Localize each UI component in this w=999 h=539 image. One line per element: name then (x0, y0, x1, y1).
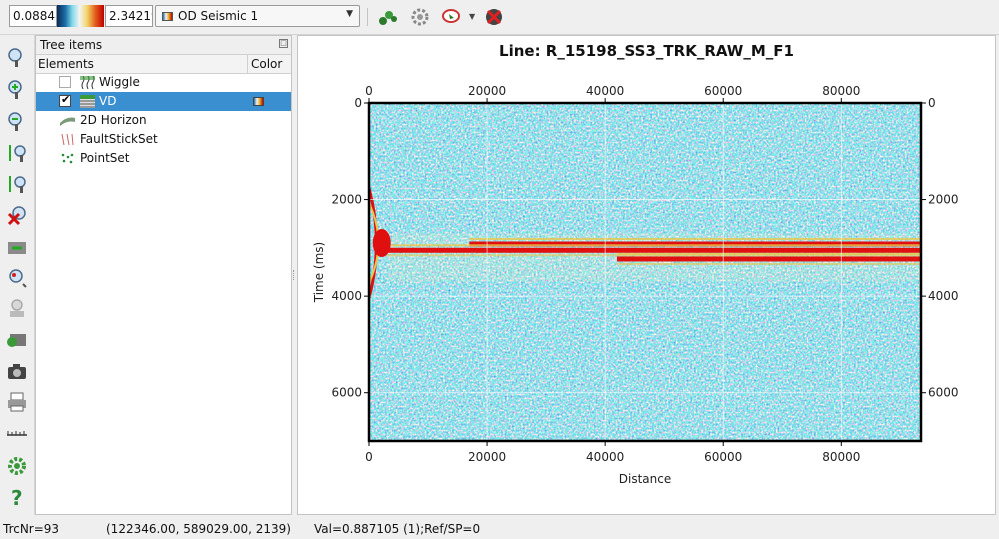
print-icon[interactable] (6, 391, 28, 413)
x-tick-label-top: 40000 (586, 84, 624, 98)
y-tick-label: 2000 (331, 193, 362, 207)
x-tick-label-top: 80000 (822, 84, 860, 98)
reflector-line (386, 247, 921, 253)
tree-panel: Tree items □ Elements Color Wiggle VD 2D… (35, 35, 292, 515)
left-toolbar: ? (0, 35, 35, 515)
delete-icon[interactable] (6, 205, 28, 227)
y-tick-label: 4000 (331, 289, 362, 303)
wiggle-checkbox[interactable] (59, 76, 71, 88)
color-settings-icon[interactable] (377, 6, 399, 28)
tree-panel-header: Tree items □ (36, 36, 291, 54)
reflector-halo (386, 244, 921, 247)
x-tick-label-top: 60000 (704, 84, 742, 98)
reflector-halo (469, 237, 921, 240)
tree-item-label: Wiggle (99, 75, 140, 89)
clip-min-input[interactable]: 0.08848 (9, 5, 57, 27)
chevron-down-icon: ▼ (346, 9, 353, 19)
tree-item-label: VD (99, 94, 117, 108)
reflector-line (616, 256, 921, 262)
pointset-icon (61, 153, 74, 164)
pick-mode-disabled-icon[interactable] (6, 298, 28, 320)
camera-icon[interactable] (6, 360, 28, 382)
clip-max-input[interactable]: 2.34219 (105, 5, 153, 27)
colorbar-button[interactable] (57, 5, 104, 27)
tree-item-label: PointSet (80, 151, 130, 165)
y-tick-label-right: 0 (928, 96, 936, 110)
seismic-select-value: OD Seismic 1 (178, 9, 259, 23)
tree-item-wiggle[interactable]: Wiggle (36, 73, 291, 92)
top-toolbar: 0.08848 2.34219 OD Seismic 1 ▼ ▼ (0, 0, 999, 35)
x-tick-label: 40000 (586, 450, 624, 464)
seismic-viewer: Line: R_15198_SS3_TRK_RAW_M_F1 0 0 20000 20… (297, 35, 996, 515)
undock-icon[interactable]: □ (279, 39, 288, 48)
y-tick-label: 6000 (331, 386, 362, 400)
tree-item-label: FaultStickSet (80, 132, 158, 146)
variable-density-icon (80, 95, 95, 108)
seismic-plot[interactable]: 0020000200004000040000600006000080000800… (298, 36, 995, 514)
toolbar-divider (367, 8, 368, 26)
x-tick-label-top: 20000 (468, 84, 506, 98)
pick-icon[interactable] (440, 6, 462, 28)
zoom-in-icon[interactable] (6, 79, 28, 101)
tree-item-vd[interactable]: VD (36, 92, 291, 111)
vd-color-swatch[interactable] (253, 97, 264, 106)
x-axis-label: Distance (619, 472, 671, 486)
vertical-zoom-out-icon[interactable] (6, 173, 28, 195)
x-tick-label: 20000 (468, 450, 506, 464)
tree-panel-title: Tree items (40, 38, 103, 52)
x-tick-label: 80000 (822, 450, 860, 464)
pick-mode-icon[interactable] (6, 267, 28, 289)
seismic-select[interactable]: OD Seismic 1 ▼ (155, 5, 360, 27)
y-axis-label: Time (ms) (312, 242, 326, 304)
settings-icon[interactable] (6, 455, 28, 477)
y-tick-label-right: 2000 (928, 193, 959, 207)
y-tick-label-right: 4000 (928, 289, 959, 303)
tree-item-pointset[interactable]: PointSet (36, 149, 291, 168)
x-tick-label: 0 (365, 450, 373, 464)
gear-icon[interactable] (409, 6, 431, 28)
y-tick-label: 0 (354, 96, 362, 110)
zoom-fit-icon[interactable] (6, 47, 28, 69)
tree-item-faultstickset[interactable]: FaultStickSet (36, 130, 291, 149)
wiggle-icon (80, 76, 95, 89)
x-tick-label-top: 0 (365, 84, 373, 98)
help-icon[interactable]: ? (6, 486, 28, 508)
ruler-icon[interactable] (6, 422, 28, 444)
tree-column-header: Elements Color (36, 54, 291, 74)
colortable-swatch-icon (162, 12, 173, 21)
column-color-header[interactable]: Color (247, 55, 282, 73)
close-icon[interactable] (483, 6, 505, 28)
reflector-halo (616, 262, 921, 265)
svg-text:?: ? (11, 486, 23, 508)
move-icon[interactable] (6, 236, 28, 258)
diffraction-apex (372, 229, 391, 258)
x-tick-label: 60000 (704, 450, 742, 464)
reflector-halo (616, 252, 921, 255)
column-elements-header[interactable]: Elements (38, 57, 94, 71)
tree-item-2d-horizon[interactable]: 2D Horizon (36, 111, 291, 130)
chevron-down-icon[interactable]: ▼ (469, 12, 475, 21)
status-bar: TrcNr=93 (122346.00, 589029.00, 2139) Va… (0, 518, 999, 539)
trace-number: TrcNr=93 (3, 522, 60, 536)
cursor-value: Val=0.887105 (1);Ref/SP=0 (314, 522, 481, 536)
vd-checkbox[interactable] (59, 93, 71, 107)
y-tick-label-right: 6000 (928, 386, 959, 400)
vertical-zoom-in-icon[interactable] (6, 142, 28, 164)
cursor-coordinates: (122346.00, 589029.00, 2139) (106, 522, 291, 536)
flip-icon[interactable] (6, 329, 28, 351)
tree-item-label: 2D Horizon (80, 113, 147, 127)
zoom-out-icon[interactable] (6, 111, 28, 133)
faultstick-icon (61, 133, 74, 146)
horizon-icon (60, 117, 75, 126)
